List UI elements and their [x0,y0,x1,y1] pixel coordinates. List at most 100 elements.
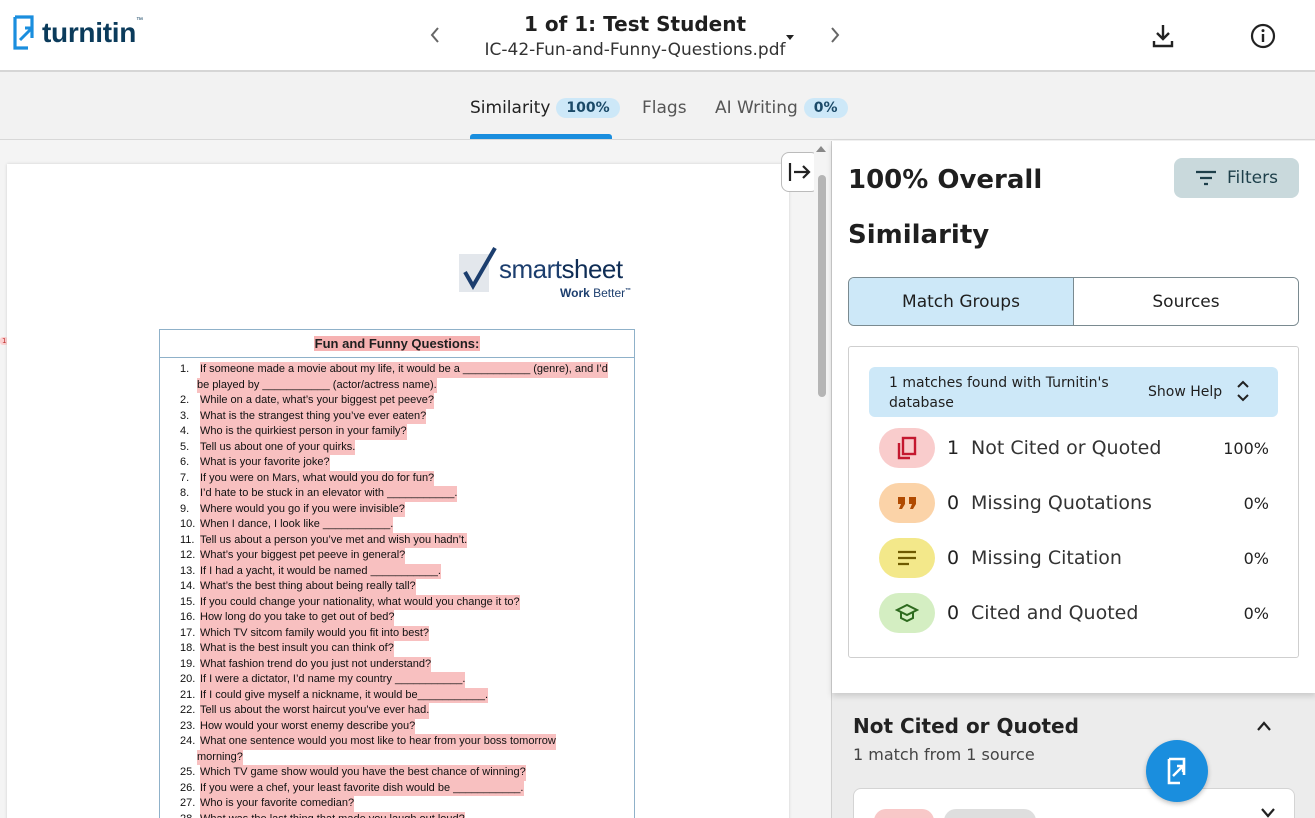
question-number: 19. [180,657,196,670]
turnitin-logo[interactable]: turnitin™ [12,14,143,52]
highlighted-match-text[interactable]: Where would you go if you were invisible… [200,501,405,517]
highlighted-match-text[interactable]: be played by ___________ (actor/actress … [197,377,437,393]
question-number: 18. [180,642,196,654]
overall-score: 100% Overall [848,165,1043,195]
highlighted-match-text[interactable]: What is your favorite joke? [200,455,330,471]
question-item: 2. While on a date, what’s your biggest p… [180,393,634,409]
highlighted-match-text[interactable]: morning? [197,749,243,765]
filters-button[interactable]: Filters [1174,158,1299,198]
question-item: 22. Tell us about the worst haircut you’v… [180,703,634,719]
highlighted-match-text[interactable]: What is the strangest thing you’ve ever … [200,408,427,424]
questions-list: 1. If someone made a movie about my life,… [160,358,634,818]
questions-heading: Fun and Funny Questions: [160,330,634,358]
question-item: 8. I’d hate to be stuck in an elevator wi… [180,486,634,502]
highlighted-match-text[interactable]: What’s the best thing about being really… [200,579,416,595]
group-label: Not Cited or Quoted [971,437,1162,459]
question-number: 20. [180,673,196,685]
filter-icon [1196,170,1217,186]
match-groups-box: 1 matches found with Turnitin's database… [848,346,1299,658]
expand-collapse-icon[interactable] [1237,377,1249,409]
highlighted-match-text[interactable]: If you could change your nationality, wh… [200,594,520,610]
highlighted-match-text[interactable]: If you were a chef, your least favorite … [200,780,524,796]
show-help-button[interactable]: Show Help [1148,384,1222,400]
similarity-summary: 100% Overall Similarity Filters Match Gr… [832,141,1315,693]
copy-icon [879,428,935,468]
highlighted-match-text[interactable]: While on a date, what’s your biggest pet… [200,393,435,409]
highlighted-match-text[interactable]: What fashion trend do you just not under… [200,656,432,672]
caret-down-icon[interactable] [785,31,795,45]
highlighted-match-text[interactable]: Which TV sitcom family would you fit int… [200,625,430,641]
group-percent: 100% [1223,439,1269,458]
highlighted-match-text[interactable]: Tell us about the worst haircut you’ve e… [200,703,430,719]
document-viewer[interactable]: 1 smartsheet Work Better™ Fun and Funny … [0,141,830,818]
match-group-missing-citation[interactable]: 0 Missing Citation 0% [879,538,1279,580]
tab-flags[interactable]: Flags [642,94,687,122]
next-submission-button[interactable] [821,20,849,50]
highlighted-match-text[interactable]: Who is the quirkiest person in your fami… [200,424,407,440]
highlighted-match-text[interactable]: Which TV game show would you have the be… [200,765,526,781]
turnitin-mark-icon [1167,757,1186,785]
question-item: 21. If I could give myself a nickname, it… [180,687,634,703]
question-number: 24. [180,735,196,747]
source-card[interactable] [853,788,1295,818]
highlighted-match-text[interactable]: What one sentence would you most like to… [200,734,556,750]
question-number: 9. [180,502,190,515]
highlighted-match-text[interactable]: I’d hate to be stuck in an elevator with… [200,486,458,502]
group-percent: 0% [1243,494,1269,513]
highlighted-match-text[interactable]: Tell us about one of your quirks. [200,439,356,455]
question-number: 7. [180,471,190,484]
file-name: IC-42-Fun-and-Funny-Questions.pdf [484,40,786,60]
chevron-down-icon[interactable] [1260,803,1276,818]
tab-label: AI Writing [715,98,798,118]
highlighted-match-text[interactable]: If I were a dictator, I’d name my countr… [200,672,466,688]
submission-title[interactable]: 1 of 1: Test Student IC-42-Fun-and-Funny… [460,10,810,62]
group-label: Cited and Quoted [971,602,1139,624]
scroll-up-arrow-icon[interactable] [816,146,826,152]
highlighted-match-text[interactable]: When I dance, I look like ___________. [200,517,394,533]
highlighted-match-text[interactable]: How would your worst enemy describe you? [200,718,416,734]
scrollbar-thumb[interactable] [818,175,826,397]
download-button[interactable] [1148,20,1178,52]
question-number: 2. [180,394,190,406]
similarity-badge: 100% [556,98,620,118]
highlighted-match-text[interactable]: What is the best insult you can think of… [200,641,394,657]
highlighted-match-text[interactable]: If I had a yacht, it would be named ____… [200,563,441,579]
smartsheet-check-icon [459,246,497,292]
highlighted-match-text[interactable]: Who is your favorite comedian? [200,796,355,812]
question-number: 16. [180,611,196,623]
chevron-up-icon[interactable] [1256,717,1272,736]
question-number: 8. [180,487,190,499]
match-group-missing-quotations[interactable]: 0 Missing Quotations 0% [879,483,1279,525]
highlighted-match-text[interactable]: What was the last thing that made you la… [200,811,465,818]
question-number: 21. [180,688,196,701]
highlighted-match-text[interactable]: If I could give myself a nickname, it wo… [200,687,489,703]
highlighted-match-text[interactable]: If you were on Mars, what would you do f… [200,470,435,486]
highlighted-match-text[interactable]: If someone made a movie about my life, i… [200,362,608,378]
match-group-not-cited[interactable]: 1 Not Cited or Quoted 100% [879,428,1279,470]
group-count: 0 [947,492,960,514]
sources-toggle[interactable]: Sources [1073,278,1298,325]
match-group-cited-and-quoted[interactable]: 0 Cited and Quoted 0% [879,593,1279,635]
highlighted-match-text[interactable]: How long do you take to get out of bed? [200,610,395,626]
highlighted-match-text[interactable]: What’s your biggest pet peeve in general… [200,548,406,564]
smartsheet-logo: smartsheet Work Better™ [457,246,637,301]
tab-similarity[interactable]: Similarity 100% [470,94,620,122]
match-groups-toggle[interactable]: Match Groups [849,278,1073,325]
lines-icon [879,538,935,578]
previous-submission-button[interactable] [421,20,449,50]
turnitin-assistant-button[interactable] [1146,740,1208,802]
highlighted-match-text[interactable]: Tell us about a person you’ve met and wi… [200,532,468,548]
quote-icon [879,483,935,523]
question-number: 12. [180,549,196,561]
question-item: morning? [180,749,634,765]
source-type-icon [874,809,934,818]
logo-text: turnitin™ [42,17,143,48]
turnitin-viewer: turnitin™ 1 of 1: Test Student IC-42-Fun… [0,0,1315,818]
info-button[interactable] [1248,20,1278,52]
filters-label: Filters [1227,168,1278,188]
matches-found-text: 1 matches found with Turnitin's database [889,375,1109,411]
tab-ai-writing[interactable]: AI Writing 0% [715,94,848,122]
graduation-cap-icon [879,593,935,633]
top-bar: turnitin™ 1 of 1: Test Student IC-42-Fun… [0,0,1315,72]
overall-score-label: Similarity [848,220,990,250]
